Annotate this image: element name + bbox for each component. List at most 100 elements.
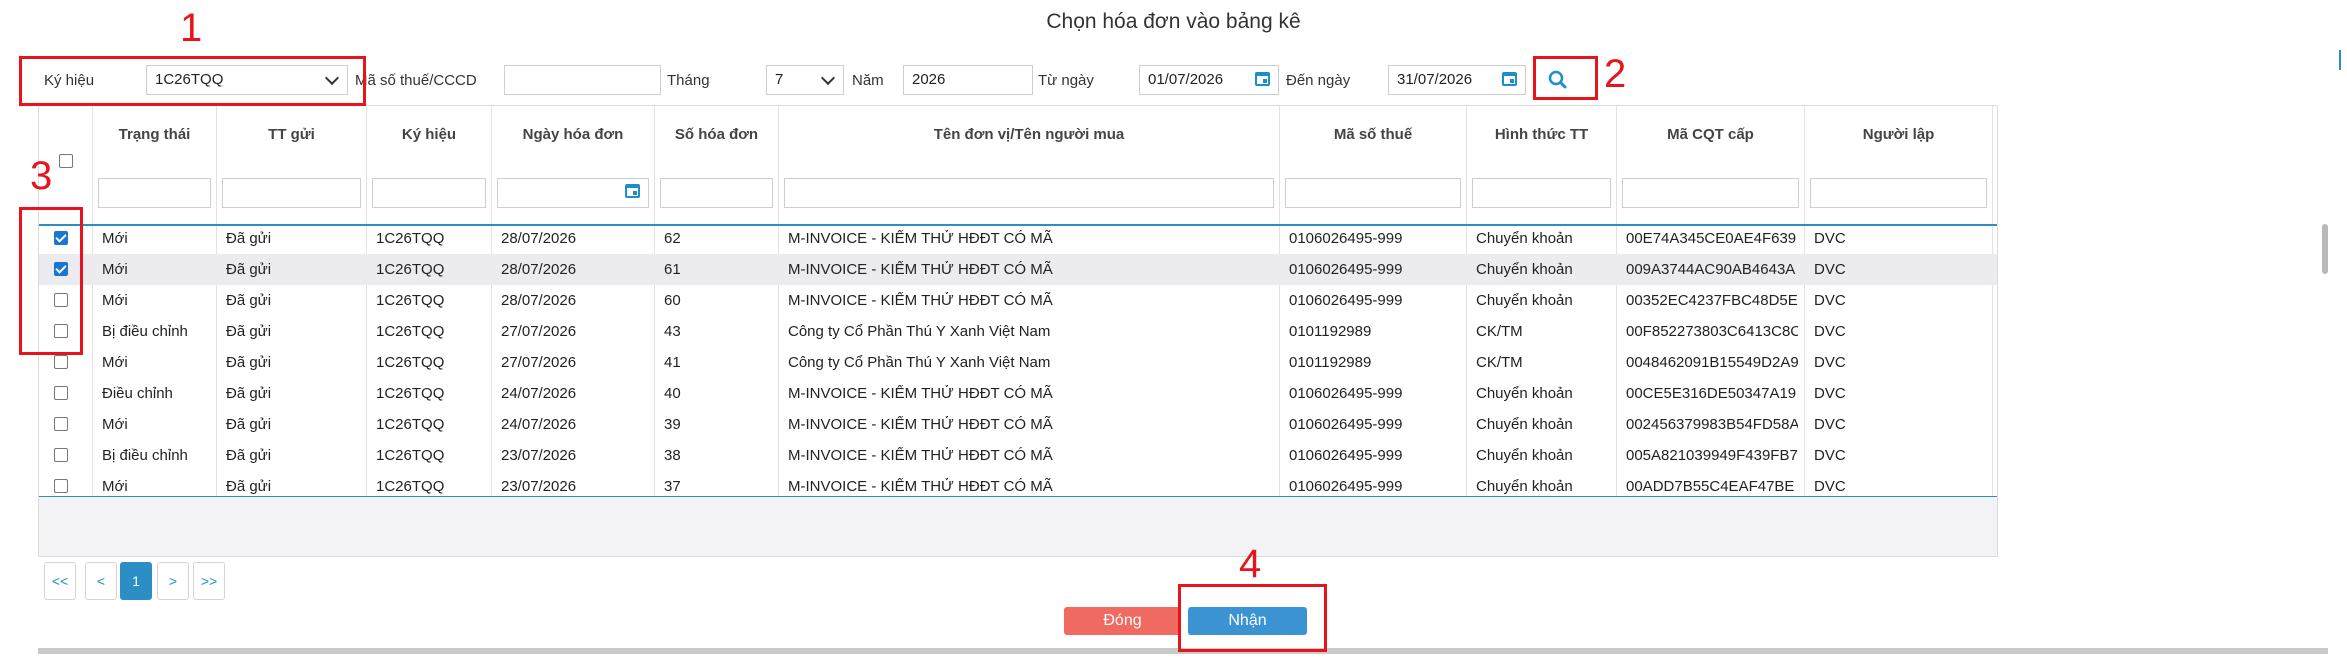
column-header: Trạng thái bbox=[93, 106, 217, 224]
calendar-icon[interactable] bbox=[1502, 72, 1517, 86]
column-header: Tên đơn vị/Tên người mua bbox=[779, 106, 1280, 224]
cell-cqt-code: 00ADD7B55C4EAF47BE bbox=[1626, 478, 1795, 495]
cell-invoice-number: 39 bbox=[664, 416, 681, 433]
cell-invoice-date: 24/07/2026 bbox=[501, 385, 577, 402]
cell-invoice-date: 28/07/2026 bbox=[501, 261, 577, 278]
filter-input[interactable] bbox=[98, 178, 211, 208]
column-header: Người lập bbox=[1805, 106, 1993, 224]
cell-tax-code: 0106026495-999 bbox=[1289, 478, 1403, 495]
calendar-icon[interactable] bbox=[625, 184, 640, 198]
cell-payment-method: Chuyển khoản bbox=[1476, 292, 1573, 309]
cell-status: Mới bbox=[102, 230, 128, 247]
cell-invoice-date: 23/07/2026 bbox=[501, 447, 577, 464]
cell-invoice-number: 43 bbox=[664, 323, 681, 340]
tu-ngay-input[interactable]: 01/07/2026 bbox=[1139, 65, 1279, 95]
cell-symbol: 1C26TQQ bbox=[376, 478, 445, 495]
cell-send-status: Đã gửi bbox=[226, 447, 272, 464]
cell-buyer-name: M-INVOICE - KIỂM THỬ HĐĐT CÓ MÃ bbox=[788, 230, 1053, 247]
column-header-label: Số hóa đơn bbox=[674, 126, 759, 143]
filter-input[interactable] bbox=[1472, 178, 1611, 208]
column-header-label: Trạng thái bbox=[118, 126, 191, 143]
cell-cqt-code: 00CE5E316DE50347A19 bbox=[1626, 385, 1797, 402]
cell-buyer-name: M-INVOICE - KIỂM THỬ HĐĐT CÓ MÃ bbox=[788, 261, 1053, 278]
cell-invoice-date: 24/07/2026 bbox=[501, 416, 577, 433]
table-row[interactable]: Mới Đã gửi 1C26TQQ 28/07/2026 60 M-INVOI… bbox=[39, 285, 1997, 316]
cell-creator: DVC bbox=[1814, 230, 1846, 247]
annotation-number-2: 2 bbox=[1604, 52, 1627, 96]
cell-tax-code: 0106026495-999 bbox=[1289, 261, 1403, 278]
calendar-icon[interactable] bbox=[1255, 72, 1270, 86]
cell-symbol: 1C26TQQ bbox=[376, 261, 445, 278]
page-current-button[interactable]: 1 bbox=[120, 562, 152, 600]
cell-creator: DVC bbox=[1814, 385, 1846, 402]
cell-tax-code: 0101192989 bbox=[1289, 354, 1372, 371]
table-row[interactable]: Bị điều chỉnh Đã gửi 1C26TQQ 27/07/2026 … bbox=[39, 316, 1997, 347]
cell-invoice-number: 41 bbox=[664, 354, 681, 371]
page-last-button[interactable]: >> bbox=[193, 562, 225, 600]
close-button[interactable]: Đóng bbox=[1064, 607, 1181, 635]
table-row[interactable]: Mới Đã gửi 1C26TQQ 24/07/2026 39 M-INVOI… bbox=[39, 409, 1997, 440]
thang-select[interactable]: 7 bbox=[766, 65, 844, 95]
filter-input[interactable] bbox=[1285, 178, 1461, 208]
table-row[interactable]: Mới Đã gửi 1C26TQQ 28/07/2026 62 M-INVOI… bbox=[39, 223, 1997, 254]
cell-cqt-code: 00E74A345CE0AE4F639 bbox=[1626, 230, 1797, 247]
column-header-label: Mã CQT cấp bbox=[1667, 126, 1754, 143]
date-filter-input[interactable] bbox=[497, 178, 649, 208]
table-row[interactable]: Điều chỉnh Đã gửi 1C26TQQ 24/07/2026 40 … bbox=[39, 378, 1997, 409]
cell-creator: DVC bbox=[1814, 416, 1846, 433]
row-checkbox[interactable] bbox=[54, 448, 68, 462]
table-row[interactable]: Bị điều chỉnh Đã gửi 1C26TQQ 23/07/2026 … bbox=[39, 440, 1997, 471]
filter-input[interactable] bbox=[372, 178, 486, 208]
cell-tax-code: 0106026495-999 bbox=[1289, 292, 1403, 309]
cell-buyer-name: M-INVOICE - KIỂM THỬ HĐĐT CÓ MÃ bbox=[788, 416, 1053, 433]
cell-status: Mới bbox=[102, 354, 128, 371]
table-row[interactable]: Mới Đã gửi 1C26TQQ 28/07/2026 61 M-INVOI… bbox=[39, 254, 1997, 285]
column-header: Hình thức TT bbox=[1467, 106, 1617, 224]
column-header: Ngày hóa đơn bbox=[492, 106, 655, 224]
cell-tax-code: 0106026495-999 bbox=[1289, 416, 1403, 433]
nam-label: Năm bbox=[852, 72, 884, 89]
cell-payment-method: Chuyển khoản bbox=[1476, 447, 1573, 464]
page-next-button[interactable]: > bbox=[157, 562, 189, 600]
cell-send-status: Đã gửi bbox=[226, 354, 272, 371]
cell-invoice-date: 23/07/2026 bbox=[501, 478, 577, 495]
page-prev-button[interactable]: < bbox=[85, 562, 117, 600]
cell-invoice-number: 37 bbox=[664, 478, 681, 495]
row-checkbox[interactable] bbox=[54, 479, 68, 493]
mst-input[interactable] bbox=[504, 65, 661, 95]
table-row[interactable]: Mới Đã gửi 1C26TQQ 27/07/2026 41 Công ty… bbox=[39, 347, 1997, 378]
thang-label: Tháng bbox=[667, 72, 710, 89]
cell-payment-method: Chuyển khoản bbox=[1476, 416, 1573, 433]
cell-cqt-code: 00352EC4237FBC48D5E bbox=[1626, 292, 1798, 309]
cell-invoice-date: 27/07/2026 bbox=[501, 354, 577, 371]
edge-accent bbox=[2339, 50, 2341, 70]
nam-input[interactable]: 2026 bbox=[903, 65, 1033, 95]
cell-cqt-code: 002456379983B54FD58A bbox=[1626, 416, 1798, 433]
cell-send-status: Đã gửi bbox=[226, 416, 272, 433]
row-checkbox[interactable] bbox=[54, 355, 68, 369]
cell-send-status: Đã gửi bbox=[226, 385, 272, 402]
cell-cqt-code: 00F852273803C6413C8C bbox=[1626, 323, 1798, 340]
tu-ngay-label: Từ ngày bbox=[1038, 72, 1094, 89]
den-ngay-label: Đến ngày bbox=[1286, 72, 1351, 89]
cell-tax-code: 0106026495-999 bbox=[1289, 447, 1403, 464]
filter-input[interactable] bbox=[784, 178, 1274, 208]
column-header-label: Ký hiệu bbox=[401, 126, 457, 143]
mst-label: Mã số thuế/CCCD bbox=[355, 72, 477, 89]
row-checkbox[interactable] bbox=[54, 386, 68, 400]
filter-input[interactable] bbox=[1622, 178, 1799, 208]
cell-invoice-number: 60 bbox=[664, 292, 681, 309]
filter-input[interactable] bbox=[1810, 178, 1987, 208]
den-ngay-input[interactable]: 31/07/2026 bbox=[1388, 65, 1526, 95]
row-checkbox[interactable] bbox=[54, 417, 68, 431]
filter-input[interactable] bbox=[660, 178, 773, 208]
page-first-button[interactable]: << bbox=[44, 562, 76, 600]
annotation-box-4 bbox=[1178, 584, 1327, 652]
select-all-checkbox[interactable] bbox=[59, 154, 73, 168]
cell-cqt-code: 009A3744AC90AB4643A bbox=[1626, 261, 1796, 278]
filter-input[interactable] bbox=[222, 178, 361, 208]
cell-payment-method: Chuyển khoản bbox=[1476, 261, 1573, 278]
table-row[interactable]: Mới Đã gửi 1C26TQQ 23/07/2026 37 M-INVOI… bbox=[39, 471, 1997, 496]
grid-scrollbar[interactable] bbox=[2322, 224, 2328, 274]
cell-invoice-number: 61 bbox=[664, 261, 681, 278]
